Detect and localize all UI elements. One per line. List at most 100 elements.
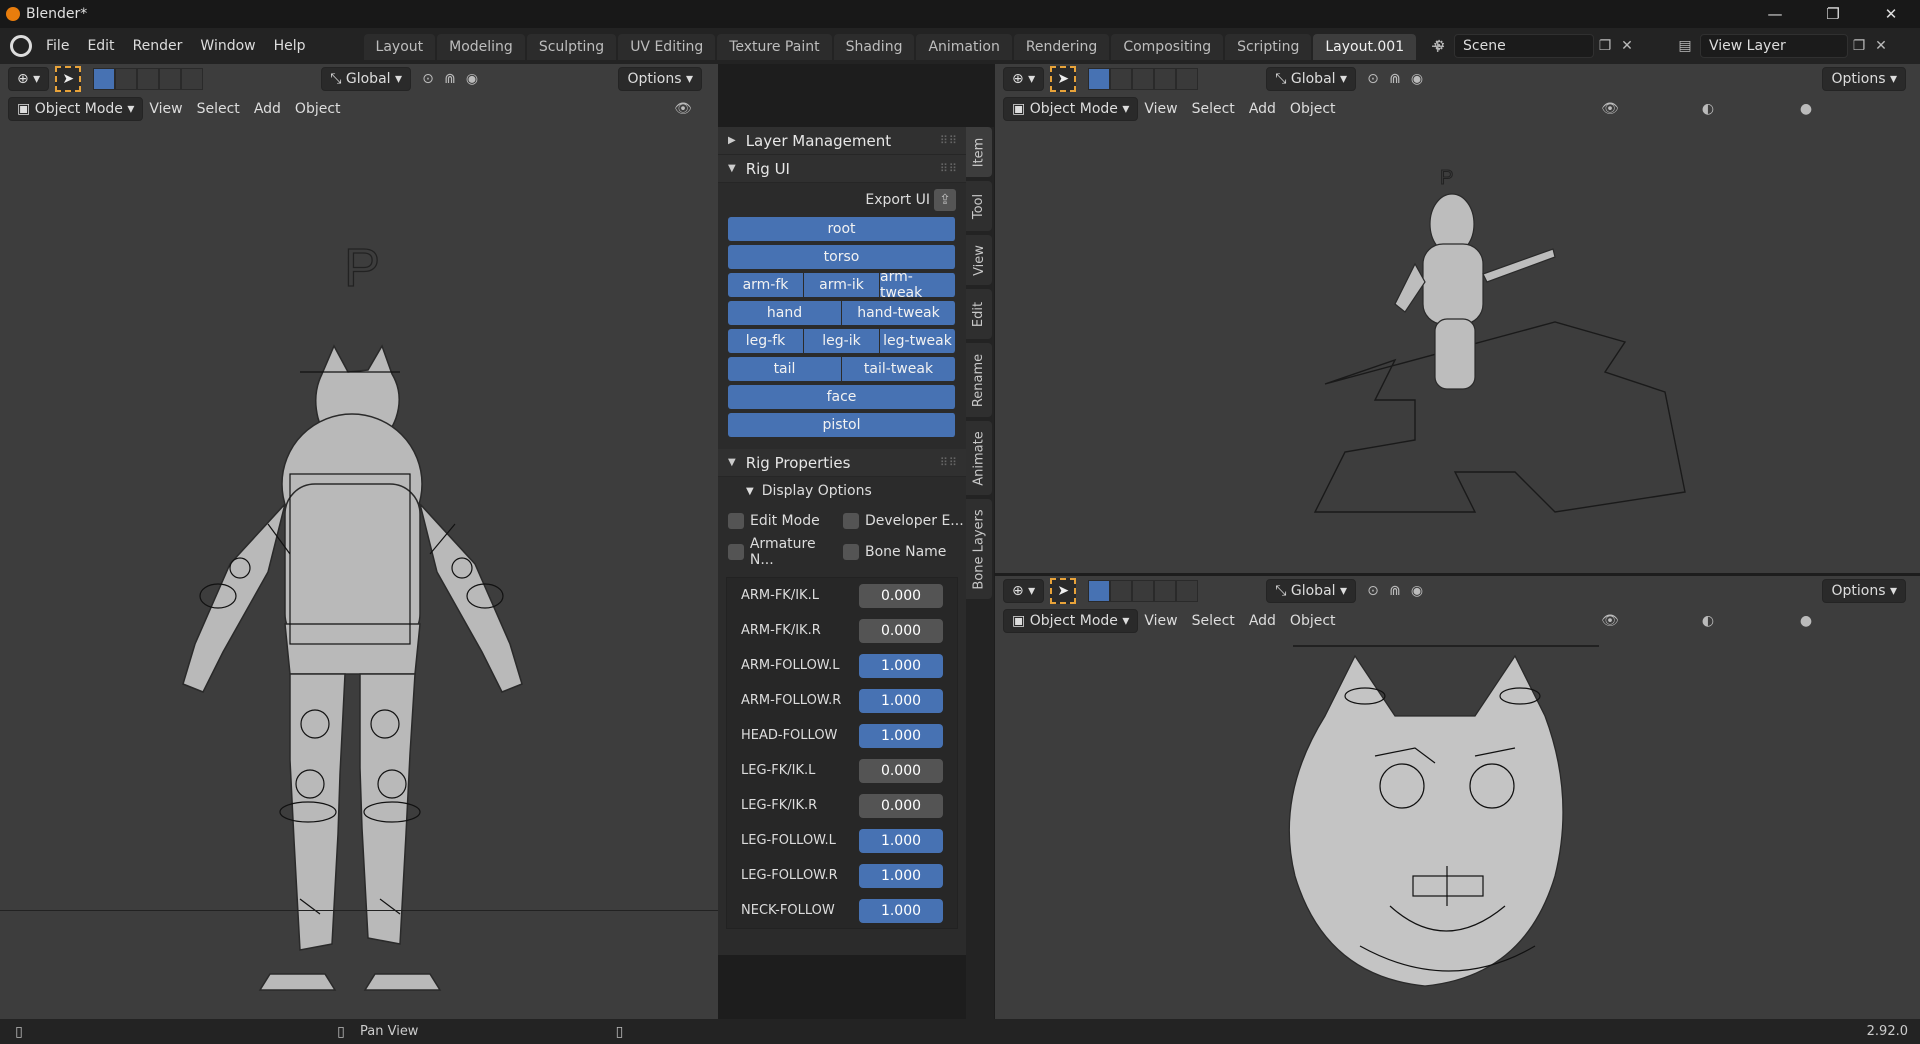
maximize-button[interactable]: ❐ [1804,0,1862,28]
arm-fkik-r-field[interactable]: 0.000 [859,618,943,643]
tab-compositing[interactable]: Compositing [1111,34,1224,60]
close-button[interactable]: ✕ [1862,0,1920,28]
snap-icon[interactable]: ⋒ [1384,580,1406,602]
shading-solid-icon[interactable]: ● [1795,98,1817,120]
select-tool-icon[interactable]: ➤ [1050,578,1077,604]
rig-button-pistol[interactable]: pistol [728,413,956,437]
tab-layout-001[interactable]: Layout.001 [1313,34,1417,60]
tab-modeling[interactable]: Modeling [437,34,525,60]
scene-icon[interactable]: ⚙ [1428,35,1450,57]
arm-follow-l-field[interactable]: 1.000 [859,653,943,678]
editor-type-button[interactable]: ⊕ ▾ [1003,579,1045,603]
rig-button-leg-ik[interactable]: leg-ik [804,329,880,353]
menu-help[interactable]: Help [274,38,306,54]
arm-follow-r-field[interactable]: 1.000 [859,688,943,713]
proportional-icon[interactable]: ◉ [461,68,483,90]
pivot-icon[interactable]: ⊙ [1362,68,1384,90]
menu-add[interactable]: Add [1249,613,1276,629]
sidebar-tab-tool[interactable]: Tool [966,181,992,231]
options-dropdown[interactable]: Options ▾ [618,67,702,91]
sidebar-tab-edit[interactable]: Edit [966,289,992,339]
pivot-icon[interactable]: ⊙ [1362,580,1384,602]
menu-edit[interactable]: Edit [87,38,114,54]
developer-checkbox[interactable]: Developer E... [843,512,964,529]
rig-button-leg-fk[interactable]: leg-fk [728,329,804,353]
snap-icon[interactable]: ⋒ [439,68,461,90]
rig-button-face[interactable]: face [728,385,956,409]
delete-view-layer-icon[interactable]: ✕ [1870,35,1892,57]
rig-properties-header[interactable]: ▼ Rig Properties ⠿⠿ [718,449,966,477]
sidebar-tab-rename[interactable]: Rename [966,343,992,417]
tab-scripting[interactable]: Scripting [1225,34,1312,60]
blender-menu-icon[interactable] [10,35,32,57]
display-options-header[interactable]: ▼ Display Options [718,477,966,505]
menu-add[interactable]: Add [1249,101,1276,117]
menu-object[interactable]: Object [1290,613,1336,629]
proportional-icon[interactable]: ◉ [1406,580,1428,602]
options-dropdown[interactable]: Options ▾ [1822,579,1906,603]
edit-mode-checkbox[interactable]: Edit Mode [728,512,843,529]
bone-name-checkbox[interactable]: Bone Name [843,543,946,560]
mode-dropdown[interactable]: ▣ Object Mode ▾ [8,97,144,121]
drag-grip-icon[interactable]: ⠿⠿ [940,456,958,469]
options-dropdown[interactable]: Options ▾ [1822,67,1906,91]
menu-object[interactable]: Object [295,101,341,117]
scene-field[interactable]: Scene [1454,34,1594,58]
tab-animation[interactable]: Animation [916,34,1012,60]
overlays-icon[interactable]: ◐ [1697,610,1719,632]
orientation-dropdown[interactable]: ⤡ Global ▾ [1266,67,1357,91]
overlays-icon[interactable]: ◐ [1697,98,1719,120]
sidebar-tab-item[interactable]: Item [966,127,992,177]
viewport-left[interactable]: ⊕ ▾ ➤ ⤡ Global ▾ ⊙ ⋒ ◉ Options ▾ ▣ Objec… [0,64,718,1019]
tab-uv-editing[interactable]: UV Editing [618,34,716,60]
rig-button-arm-fk[interactable]: arm-fk [728,273,804,297]
pivot-icon[interactable]: ⊙ [417,68,439,90]
rig-button-root[interactable]: root [728,217,956,241]
layer-management-header[interactable]: ▶ Layer Management ⠿⠿ [718,127,966,155]
rig-button-arm-tweak[interactable]: arm-tweak [880,269,956,301]
tab-layout[interactable]: Layout [363,34,436,60]
neck-follow-field[interactable]: 1.000 [859,898,943,923]
delete-scene-icon[interactable]: ✕ [1616,35,1638,57]
menu-select[interactable]: Select [1192,613,1235,629]
armature-name-checkbox[interactable]: Armature N... [728,536,843,568]
new-view-layer-icon[interactable]: ❐ [1848,35,1870,57]
menu-view[interactable]: View [1144,101,1177,117]
sidebar-tab-animate[interactable]: Animate [966,421,992,495]
export-ui-button[interactable]: ⇪ [934,189,956,211]
select-tool-icon[interactable]: ➤ [55,66,82,92]
menu-view[interactable]: View [1144,613,1177,629]
tab-sculpting[interactable]: Sculpting [526,34,617,60]
menu-object[interactable]: Object [1290,101,1336,117]
select-mode-buttons[interactable] [1088,68,1199,90]
menu-select[interactable]: Select [197,101,240,117]
menu-file[interactable]: File [46,38,69,54]
menu-view[interactable]: View [149,101,182,117]
new-scene-icon[interactable]: ❐ [1594,35,1616,57]
mode-dropdown[interactable]: ▣ Object Mode ▾ [1003,97,1139,121]
tab-rendering[interactable]: Rendering [1013,34,1110,60]
tab-shading[interactable]: Shading [833,34,915,60]
leg-fkik-r-field[interactable]: 0.000 [859,793,943,818]
orientation-dropdown[interactable]: ⤡ Global ▾ [1266,579,1357,603]
visibility-icon[interactable]: 👁 [1599,98,1621,120]
menu-window[interactable]: Window [200,38,255,54]
arm-fkik-l-field[interactable]: 0.000 [859,583,943,608]
sidebar-tab-bone-layers[interactable]: Bone Layers [966,499,992,599]
shading-solid-icon[interactable]: ● [1795,610,1817,632]
head-follow-field[interactable]: 1.000 [859,723,943,748]
mode-dropdown[interactable]: ▣ Object Mode ▾ [1003,609,1139,633]
rig-button-tail[interactable]: tail [728,357,842,381]
minimize-button[interactable]: — [1746,0,1804,28]
select-mode-buttons[interactable] [93,68,204,90]
viewport-top-right[interactable]: ⊕ ▾ ➤ ⤡ Global ▾ ⊙ ⋒ ◉ Options ▾ ▣ Objec… [995,64,1920,573]
editor-type-button[interactable]: ⊕ ▾ [8,67,50,91]
drag-grip-icon[interactable]: ⠿⠿ [940,134,958,147]
leg-follow-r-field[interactable]: 1.000 [859,863,943,888]
rig-button-torso[interactable]: torso [728,245,956,269]
tab-texture-paint[interactable]: Texture Paint [717,34,832,60]
menu-add[interactable]: Add [254,101,281,117]
rig-button-leg-tweak[interactable]: leg-tweak [880,329,956,353]
rig-button-tail-tweak[interactable]: tail-tweak [842,357,956,381]
rig-button-hand[interactable]: hand [728,301,842,325]
